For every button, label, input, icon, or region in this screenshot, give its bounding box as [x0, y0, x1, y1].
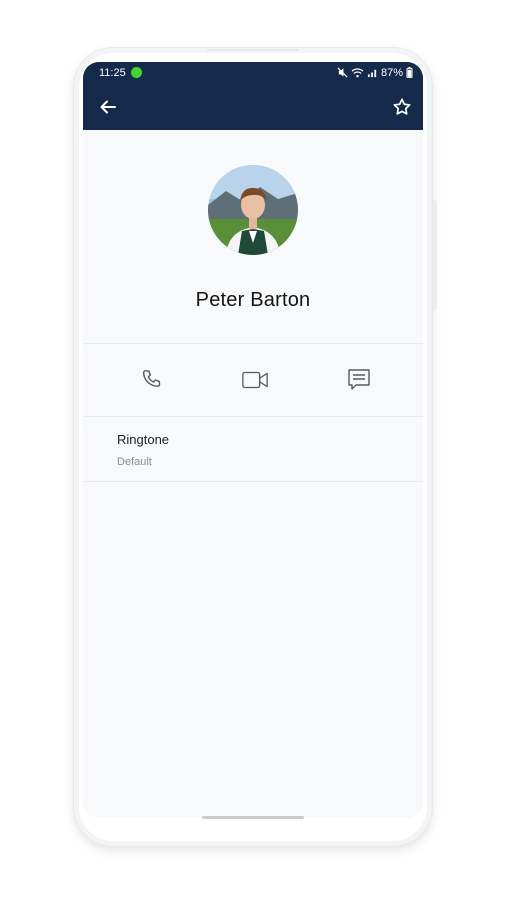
side-button — [433, 200, 437, 310]
phone-icon — [142, 370, 161, 387]
back-button[interactable] — [97, 96, 119, 118]
message-button[interactable] — [345, 367, 373, 393]
status-time: 11:25 — [99, 66, 126, 79]
ringtone-setting[interactable]: Ringtone Default — [83, 417, 423, 482]
wifi-icon — [351, 68, 364, 78]
favorite-button[interactable] — [391, 96, 413, 118]
avatar-photo — [208, 165, 298, 255]
ringtone-label: Ringtone — [117, 432, 170, 447]
speaker-line — [207, 49, 299, 51]
star-outline-icon — [393, 98, 411, 115]
signal-icon — [367, 69, 377, 78]
message-icon — [348, 369, 370, 390]
action-row — [83, 344, 423, 417]
contact-header: Peter Barton — [83, 130, 423, 344]
battery-percent: 87% — [380, 66, 403, 79]
avatar[interactable] — [208, 165, 298, 255]
app-bar — [83, 83, 423, 130]
contact-name: Peter Barton — [195, 289, 311, 311]
back-arrow-icon — [100, 100, 116, 113]
recording-dot-icon — [130, 67, 142, 78]
mute-icon — [337, 67, 348, 78]
call-button[interactable] — [138, 367, 166, 393]
status-bar: 11:25 87% — [83, 62, 423, 83]
home-indicator — [202, 816, 304, 819]
ringtone-value: Default — [117, 456, 152, 468]
video-call-button[interactable] — [241, 367, 269, 393]
video-call-icon — [242, 371, 268, 389]
screen: 11:25 87% Peter Barton Ringtone Default — [83, 62, 423, 818]
battery-icon — [406, 67, 413, 78]
